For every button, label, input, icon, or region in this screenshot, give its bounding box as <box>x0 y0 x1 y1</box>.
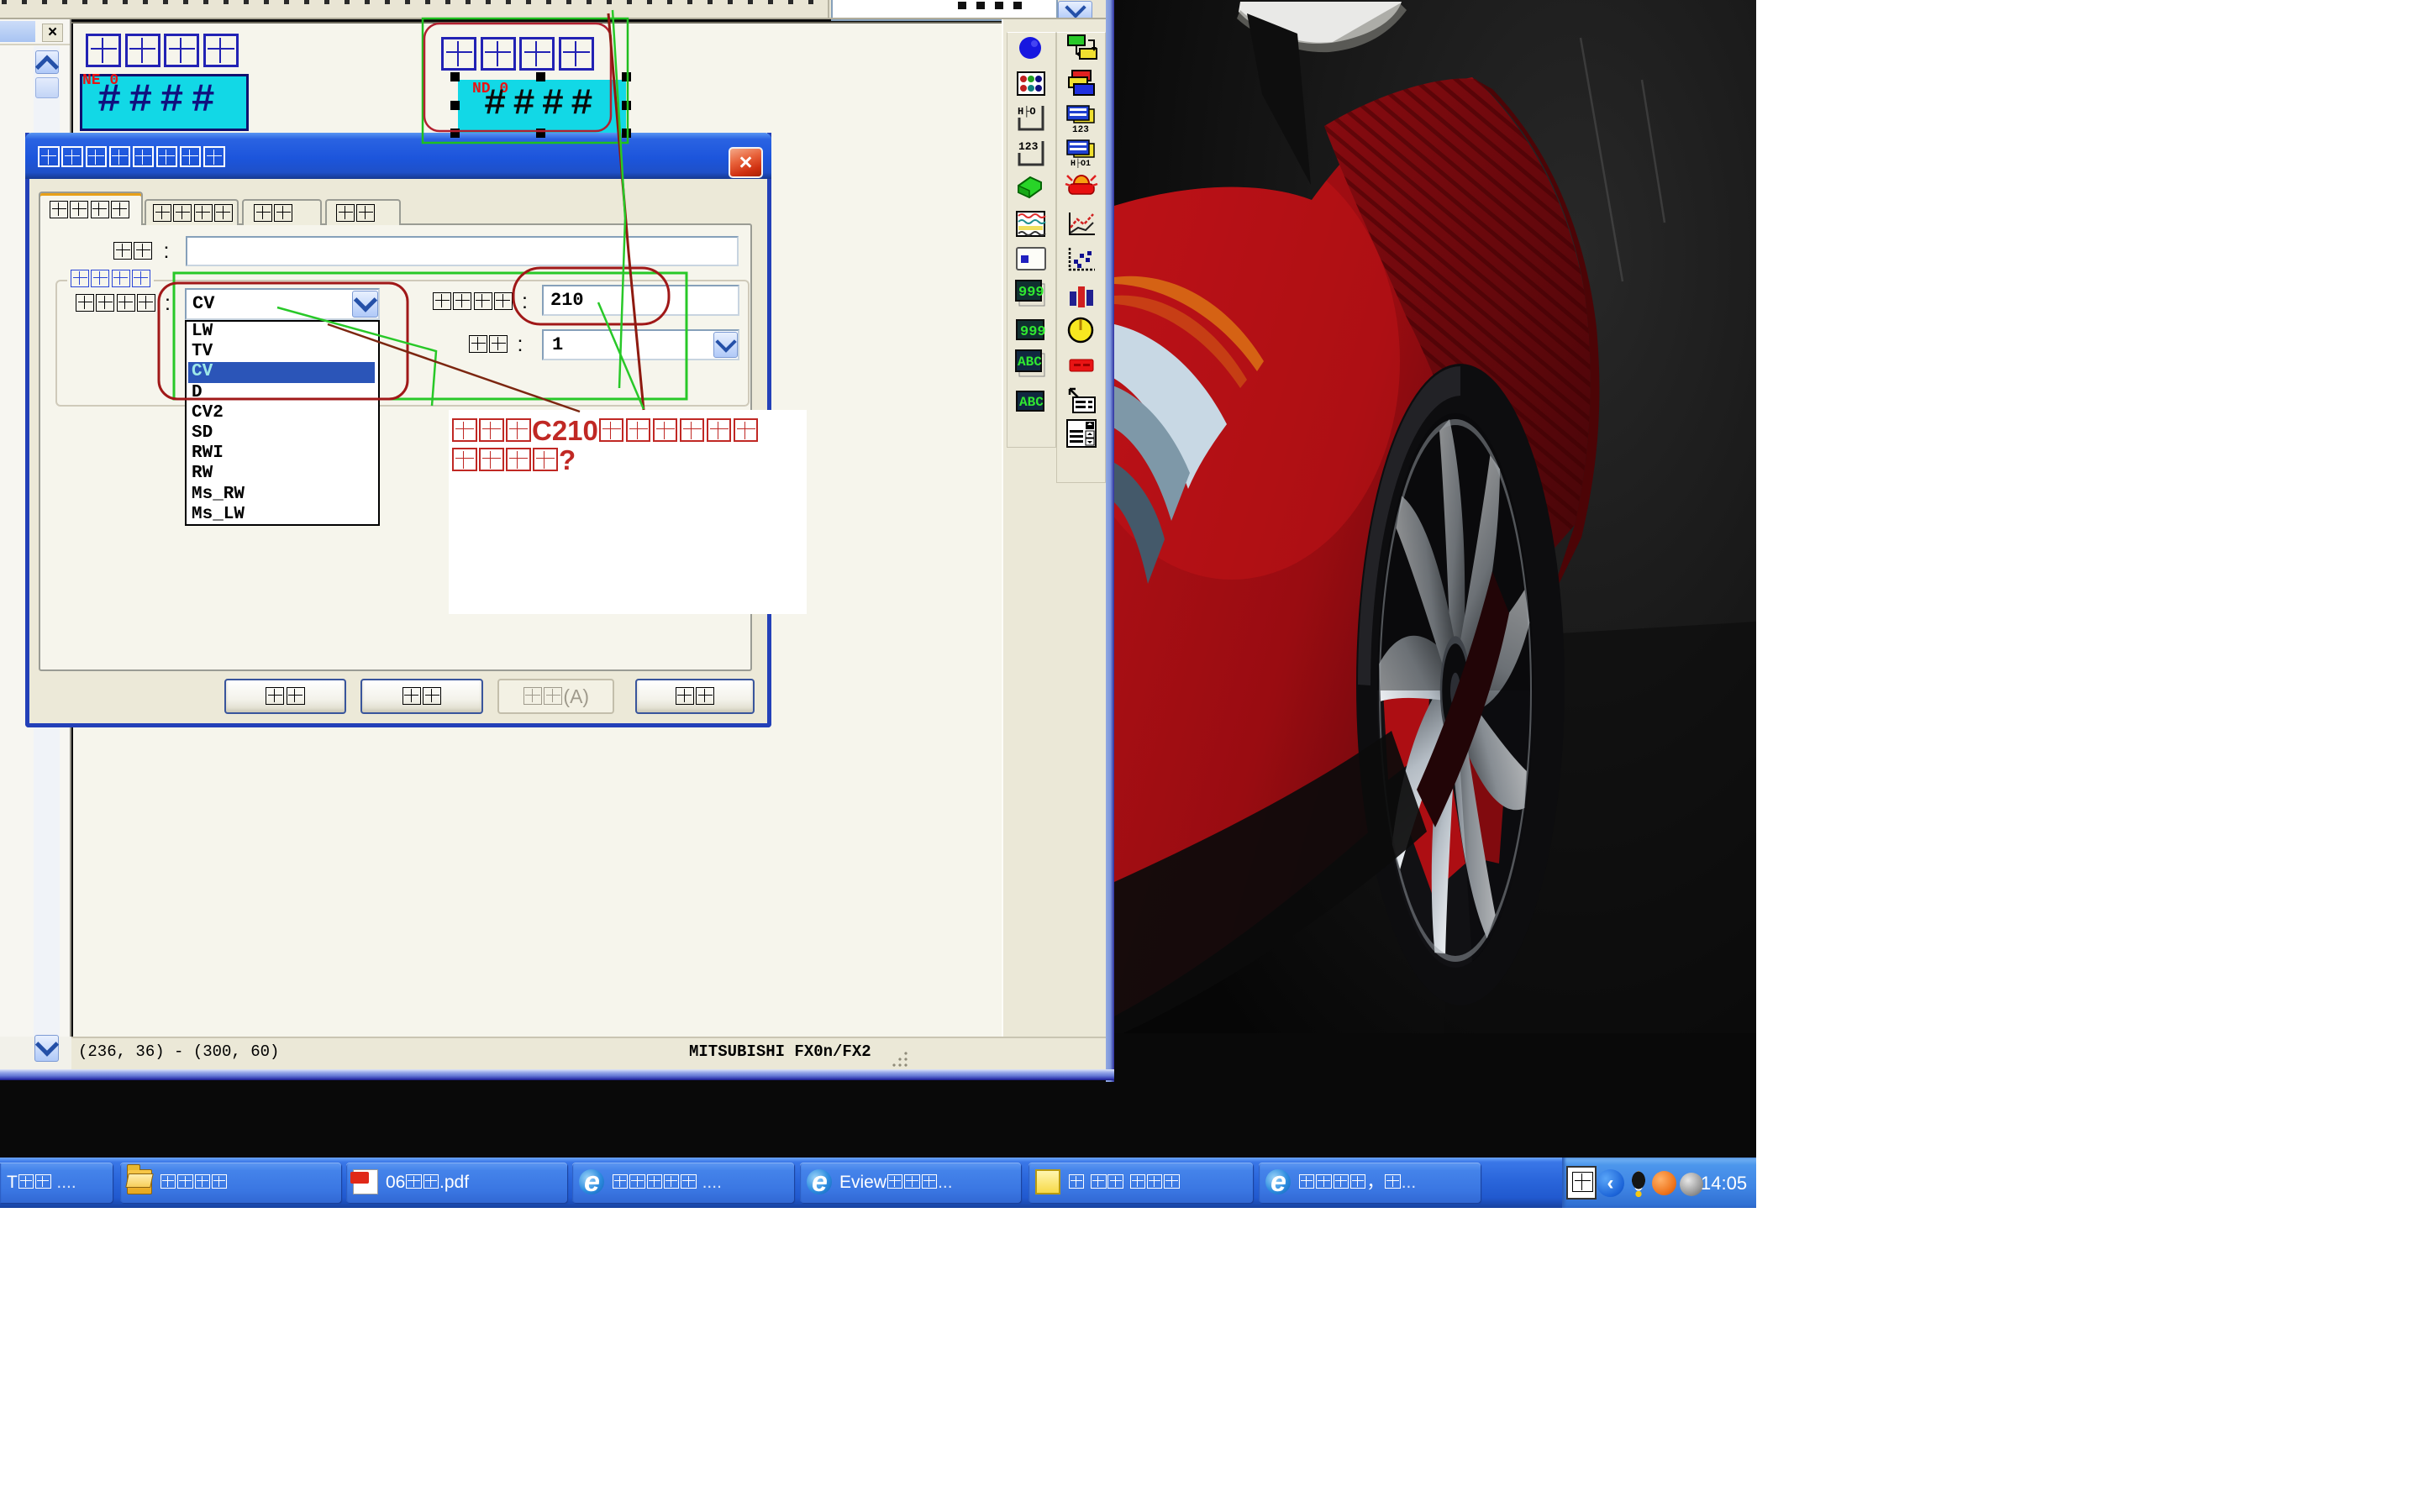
svg-text:H├O1: H├O1 <box>1071 158 1091 169</box>
svg-text:ABC: ABC <box>1019 395 1044 410</box>
svg-text:ABC: ABC <box>1018 354 1042 370</box>
svg-text:999: 999 <box>1020 324 1046 340</box>
svg-text:H├O: H├O <box>1018 106 1036 118</box>
svg-text:123: 123 <box>1018 140 1039 153</box>
svg-text:123: 123 <box>1072 125 1089 135</box>
svg-text:999: 999 <box>1018 285 1044 301</box>
